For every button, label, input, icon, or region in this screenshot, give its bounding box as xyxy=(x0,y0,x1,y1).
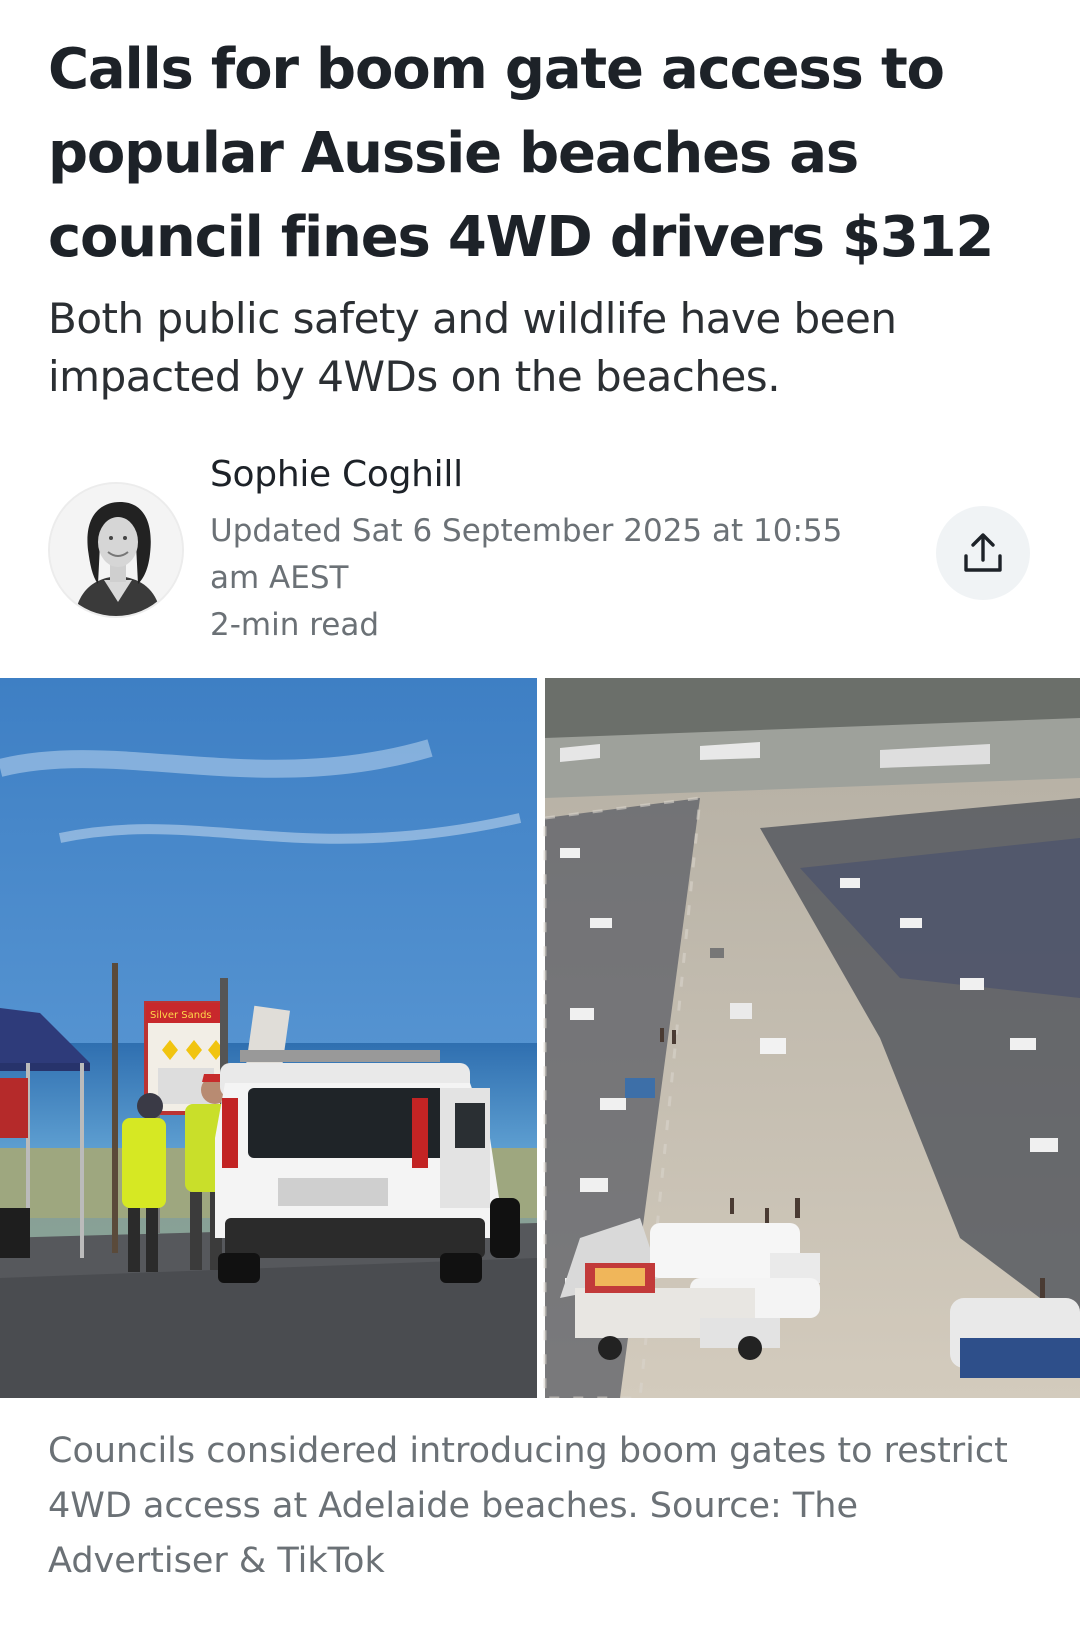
author-name[interactable]: Sophie Coghill xyxy=(210,454,463,495)
share-button[interactable] xyxy=(936,506,1030,600)
right-photo-crowded-beach xyxy=(543,678,1080,1398)
byline: Sophie Coghill Updated Sat 6 September 2… xyxy=(48,452,1038,652)
article-hero-image[interactable]: Silver Sands xyxy=(0,678,1080,1398)
updated-timestamp: Updated Sat 6 September 2025 at 10:55 am… xyxy=(210,513,843,596)
image-caption: Councils considered introducing boom gat… xyxy=(48,1431,1008,1581)
share-upload-icon xyxy=(964,533,1002,572)
article-meta: Updated Sat 6 September 2025 at 10:55 am… xyxy=(210,508,870,649)
article-subheadline: Both public safety and wildlife have bee… xyxy=(48,294,897,401)
left-photo-checkpoint: Silver Sands xyxy=(0,678,537,1398)
author-avatar[interactable] xyxy=(48,482,184,618)
read-time: 2-min read xyxy=(210,607,380,643)
article-headline: Calls for boom gate access to popular Au… xyxy=(48,37,994,270)
beach-sign-text: Silver Sands xyxy=(150,1010,212,1021)
